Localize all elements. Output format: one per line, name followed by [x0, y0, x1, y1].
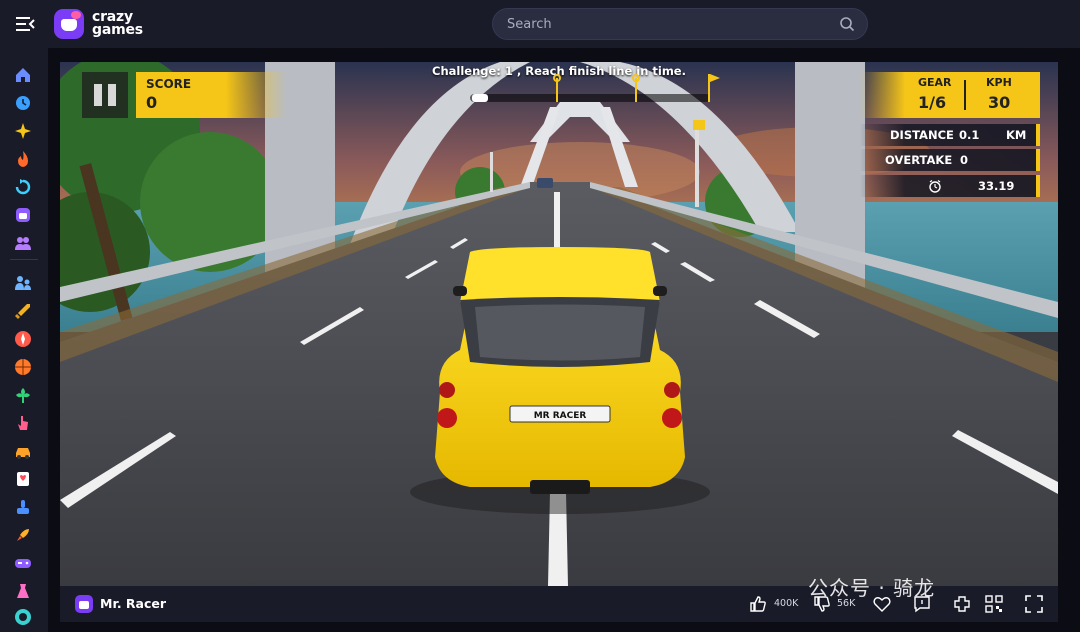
distance-label: DISTANCE: [890, 128, 954, 142]
logo-mark-icon: [54, 9, 84, 39]
adventure-compass-icon[interactable]: [14, 330, 32, 348]
distance-unit: KM: [1006, 128, 1027, 142]
watermark-text: 公众号 · 骑龙: [808, 576, 936, 600]
overtake-value: 0: [960, 153, 969, 167]
home-icon[interactable]: [14, 66, 32, 84]
finish-flag-icon: [708, 74, 720, 102]
gamepad-icon[interactable]: [14, 554, 32, 572]
search-input[interactable]: [493, 9, 823, 39]
logo-line-2: games: [92, 22, 143, 38]
two-player-icon[interactable]: [14, 274, 32, 292]
timer-row: 33.19: [860, 175, 1040, 197]
io-games-icon[interactable]: [14, 608, 32, 626]
category-sidebar: [0, 48, 48, 632]
score-value: 0: [146, 93, 158, 112]
gear-speed-panel: GEAR 1/6 KPH 30: [860, 72, 1040, 118]
sparkle-new-icon[interactable]: [14, 122, 32, 140]
checkpoint-dot: [632, 74, 640, 82]
controller-icon[interactable]: [14, 498, 32, 516]
action-sword-icon[interactable]: [14, 302, 32, 320]
pause-button[interactable]: [82, 72, 128, 118]
alarm-clock-icon: [929, 180, 941, 193]
distance-value: 0.1: [959, 128, 980, 142]
player-car: MR RACER: [410, 247, 710, 514]
search-icon[interactable]: [839, 16, 855, 32]
score-panel: SCORE 0: [136, 72, 286, 118]
logo-text: crazy games: [92, 10, 143, 38]
card-games-icon[interactable]: [14, 470, 32, 488]
search-bar: [492, 8, 868, 40]
fullscreen-icon[interactable]: [1024, 594, 1044, 614]
crazygames-logo[interactable]: crazy games: [54, 8, 143, 40]
top-bar: crazy games: [0, 0, 1080, 48]
score-label: SCORE: [146, 77, 192, 91]
checkpoint-dot: [553, 74, 561, 82]
kph-value: 30: [988, 93, 1011, 112]
embed-icon[interactable]: [952, 594, 972, 614]
likes-count: 400K: [774, 598, 799, 609]
overtake-label: OVERTAKE: [885, 153, 953, 167]
gear-divider: [964, 80, 966, 110]
updated-icon[interactable]: [14, 178, 32, 196]
progress-car-marker: [472, 94, 488, 102]
menu-toggle-icon[interactable]: [13, 12, 37, 36]
game-canvas[interactable]: MR RACER SCORE 0 Challenge: 1 , Reach fi…: [60, 62, 1058, 586]
recent-clock-icon[interactable]: [14, 94, 32, 112]
distance-row: DISTANCE 0.1 KM: [860, 124, 1040, 146]
overtake-row: OVERTAKE 0: [860, 149, 1040, 171]
dress-up-icon[interactable]: [14, 582, 32, 600]
thumbs-up-icon[interactable]: [748, 594, 768, 614]
originals-icon[interactable]: [14, 206, 32, 224]
casual-flower-icon[interactable]: [14, 386, 32, 404]
timer-value: 33.19: [978, 179, 1015, 193]
gear-value: 1/6: [918, 93, 947, 112]
clicker-icon[interactable]: [14, 414, 32, 432]
kph-label: KPH: [986, 76, 1012, 89]
gear-label: GEAR: [918, 76, 952, 89]
rocket-icon[interactable]: [14, 526, 32, 544]
sidebar-divider: [10, 259, 38, 260]
race-progress-bar: [470, 94, 710, 102]
license-plate-text: MR RACER: [534, 411, 587, 421]
fire-trending-icon[interactable]: [14, 150, 32, 168]
game-title: Mr. Racer: [100, 596, 167, 611]
multiplayer-icon[interactable]: [14, 234, 32, 252]
game-logo-icon: [75, 595, 93, 613]
qr-code-icon[interactable]: [984, 594, 1004, 614]
driving-car-icon[interactable]: [14, 442, 32, 460]
basketball-icon[interactable]: [14, 358, 32, 376]
